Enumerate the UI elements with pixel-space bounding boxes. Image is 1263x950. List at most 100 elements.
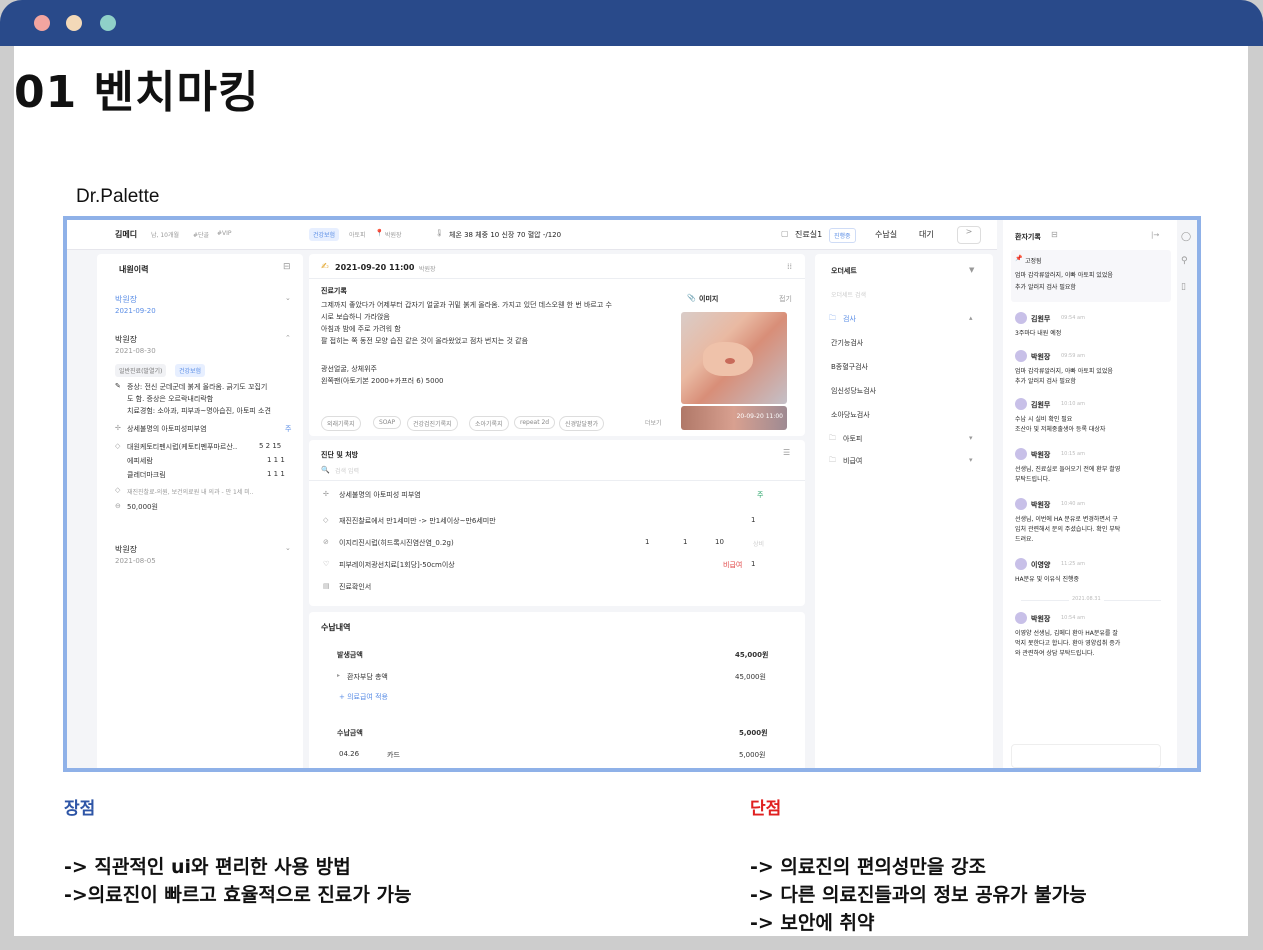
symptom-line: 치료경험: 소아과, 피부과~명아습진, 아토피 소견 — [127, 407, 271, 415]
payment-status-select[interactable]: 대기 — [919, 229, 934, 240]
caret-right-icon[interactable]: ▸ — [337, 672, 340, 679]
note-time: 10:10 am — [1061, 401, 1085, 407]
close-dot-icon[interactable] — [34, 15, 50, 31]
drug-dose: 5 2 15 — [259, 442, 282, 450]
chevron-down-icon[interactable]: ⌄ — [285, 544, 291, 552]
orderset-item[interactable]: 임신성당뇨검사 — [831, 386, 876, 396]
record-line: 아침과 밤에 주로 가려워 함 — [321, 325, 401, 333]
orderset-folder[interactable]: 아토피 — [843, 434, 862, 444]
location-pin-icon: 📍 — [375, 229, 384, 237]
image-toggle[interactable]: 접기 — [779, 294, 792, 304]
orderset-folder[interactable]: 비급여 — [843, 456, 862, 466]
orderset-item[interactable]: B종혈구검사 — [831, 362, 868, 372]
record-tag[interactable]: 건강검진기록지 — [407, 416, 458, 431]
filter-icon[interactable]: ▼ — [969, 266, 974, 274]
drug-dose: 1 1 1 — [267, 470, 285, 478]
chevron-down-icon[interactable]: ⌄ — [285, 294, 291, 302]
pen-icon: ✍ — [321, 262, 329, 272]
prescription-qty[interactable]: 1 — [645, 538, 649, 546]
room-status[interactable]: 진행중 — [829, 228, 856, 243]
prescription-qty[interactable]: 10 — [715, 538, 724, 546]
diagnosis-mark: 주 — [285, 425, 292, 433]
diagnosis-icon: ✢ — [115, 424, 121, 432]
pill-icon: ◇ — [115, 442, 121, 450]
notes-feed: 김원무 09:54 am 3주마다 내원 예정 박원장 09:59 am 엄마 … — [1011, 312, 1171, 768]
filter-icon[interactable]: ☰ — [783, 448, 790, 457]
bookmark-icon[interactable]: ▯ — [1181, 282, 1186, 292]
comment-icon[interactable]: ◯ — [1181, 232, 1191, 242]
note-line: 추가 알러지 검사 필요함 — [1015, 378, 1076, 385]
avatar — [1015, 448, 1027, 460]
order-set-panel: 오더세트 ▼ 오더세트 검색 🗀 검사 ▴ 간기능검사 B종혈구검사 임신성당뇨… — [815, 254, 993, 768]
note-line: 먹지 못한다고 합니다. 환아 영양섭취 증가 — [1015, 640, 1121, 647]
visit-doctor[interactable]: 박원장 — [115, 544, 137, 555]
thermometer-icon: 🌡 — [435, 229, 444, 237]
note-line: 와 관련하여 상담 부탁드립니다. — [1015, 650, 1095, 657]
prescription-qty[interactable]: 1 — [751, 560, 755, 568]
record-tag[interactable]: SOAP — [373, 416, 402, 429]
chevron-down-icon[interactable]: ▾ — [969, 456, 973, 464]
payment-select[interactable]: 수납실 — [875, 229, 897, 240]
symptom-line: 증상: 전신 군데군데 붉게 올라옴. 긁기도 꼬집기 — [127, 383, 268, 391]
photo-thumbnail[interactable]: 20-09-20 11:00 — [681, 406, 787, 430]
room-label: 진료실1 — [795, 230, 823, 239]
allergy-label: 아토피 — [349, 232, 366, 239]
paid-label: 수납금액 — [337, 729, 363, 737]
avatar — [1015, 350, 1027, 362]
note-time: 10:40 am — [1061, 501, 1085, 507]
prescription-item[interactable]: 상세불명의 아토피성 피부염 — [339, 490, 421, 500]
prescription-item[interactable]: 재진진찰료에서 만1세미만 -> 만1세이상~만6세미만 — [339, 516, 496, 526]
prescription-qty[interactable]: 1 — [751, 516, 755, 524]
symptom-line: 도 함. 증상은 오르락내리락함 — [127, 395, 214, 403]
record-tag[interactable]: repeat 2d — [514, 416, 556, 429]
visit-doctor[interactable]: 박원장 — [115, 294, 137, 305]
note-line: 입처 관련해서 문의 주셨습니다. 확인 부탁 — [1015, 526, 1121, 533]
record-line: 그제까지 좋았다가 어제부터 갑자기 얼굴과 귀밑 붉게 올라옴. 가지고 있던… — [321, 301, 612, 309]
send-icon[interactable]: > — [957, 226, 981, 244]
note-author: 김원무 — [1031, 315, 1051, 323]
pin-icon[interactable]: ⚲ — [1181, 256, 1188, 266]
calendar-icon[interactable]: ⊟ — [1051, 230, 1058, 239]
note-time: 09:54 am — [1061, 315, 1085, 321]
orderset-folder[interactable]: 검사 — [843, 314, 856, 324]
prescription-item[interactable]: 피부레이저광선치료[1회당]-50cm이상 — [339, 560, 455, 570]
patient-photo[interactable] — [681, 312, 787, 404]
payment-row-method: 카드 — [387, 751, 400, 759]
prescription-item[interactable]: 진료확인서 — [339, 582, 371, 592]
record-date: 2021-09-20 11:00 — [335, 263, 415, 272]
avatar — [1015, 312, 1027, 324]
prescription-qty[interactable]: 1 — [683, 538, 687, 546]
visit-date: 2021-09-20 — [115, 307, 156, 315]
chevron-down-icon[interactable]: ▾ — [969, 434, 973, 442]
pinned-note[interactable]: 📌 고정됨 엄마 갑각류알러지, 이빠 아토피 있었음 추가 알러지 검사 필요… — [1011, 250, 1171, 302]
record-line: 왼쪽팬(아토기본 2000+카프러 6) 5000 — [321, 377, 444, 385]
note-time: 11:25 am — [1061, 561, 1085, 567]
prescription-search-input[interactable]: 검색 입력 — [335, 466, 359, 475]
chevron-up-icon[interactable]: ⌃ — [285, 334, 291, 342]
drug-name: 클레더마크림 — [127, 471, 166, 479]
minimize-dot-icon[interactable] — [66, 15, 82, 31]
apply-aid-button[interactable]: + 의료급여 적용 — [339, 692, 388, 702]
record-tag[interactable]: 소아기록지 — [469, 416, 509, 431]
orderset-title: 오더세트 — [831, 267, 857, 275]
grid-icon[interactable]: ⁞⁞ — [787, 262, 792, 271]
record-title: 진료기록 — [321, 287, 347, 295]
record-tag[interactable]: 신경발달평가 — [559, 416, 605, 431]
note-author: 박원장 — [1031, 615, 1051, 623]
orderset-item[interactable]: 소아당뇨검사 — [831, 410, 870, 420]
chevron-up-icon[interactable]: ▴ — [969, 314, 973, 322]
visit-date: 2021-08-05 — [115, 557, 156, 565]
note-author: 김원무 — [1031, 401, 1051, 409]
orderset-item[interactable]: 간기능검사 — [831, 338, 863, 348]
record-tag[interactable]: 외래기록지 — [321, 416, 361, 431]
maximize-dot-icon[interactable] — [100, 15, 116, 31]
slide-title: 01 벤치마킹 — [14, 67, 260, 118]
orderset-search-input[interactable]: 오더세트 검색 — [831, 290, 866, 299]
expand-icon[interactable]: |→ — [1151, 231, 1159, 239]
collapse-icon[interactable]: ⊟ — [283, 262, 291, 272]
note-input[interactable] — [1011, 744, 1161, 768]
visit-doctor[interactable]: 박원장 — [115, 334, 137, 345]
prescription-item[interactable]: 이지리진시럽(히드록시진염산염_0.2g) — [339, 538, 454, 548]
visit-amount: 50,000원 — [127, 503, 158, 511]
more-link[interactable]: 더보기 — [645, 418, 662, 427]
